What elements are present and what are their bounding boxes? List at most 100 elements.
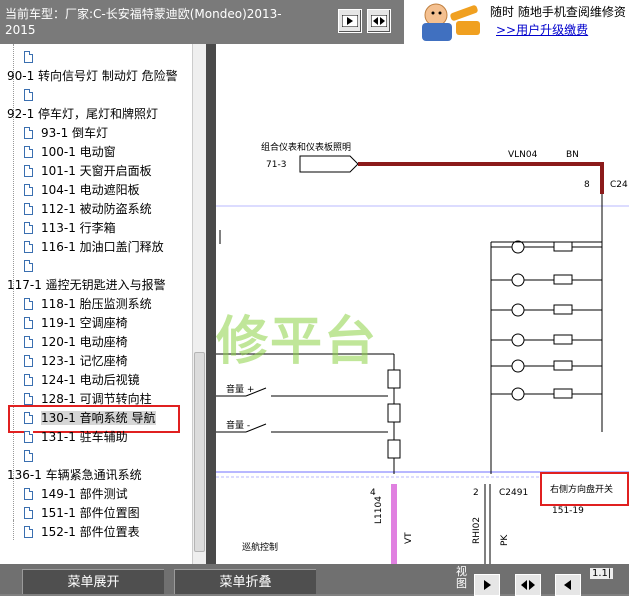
tree-item[interactable]: 152-1 部件位置表 xyxy=(24,523,140,542)
mechanic-mascot-icon xyxy=(406,1,486,43)
tree-folder[interactable]: 92-1 停车灯，尾灯和牌照灯 xyxy=(7,105,158,124)
fit-arrows-icon xyxy=(371,15,387,27)
tree-guide-line xyxy=(13,520,14,540)
pin-number-top: 8 xyxy=(584,180,590,190)
wire-color: BN xyxy=(566,150,579,160)
watermark: 修平台 xyxy=(216,312,379,372)
tree-label: 112-1 被动防盗系统 xyxy=(41,202,152,216)
footer-label: 巡航控制 xyxy=(242,543,279,553)
tree-item[interactable]: 131-1 驻车辅助 xyxy=(24,428,128,447)
sidebar-tree[interactable]: 90-1 转向信号灯 制动灯 危险警 92-1 停车灯，尾灯和牌照灯 93-1 … xyxy=(0,44,206,564)
tree-item[interactable] xyxy=(24,86,41,105)
callout-ref: 151-19 xyxy=(552,506,584,516)
tree-item[interactable]: 149-1 部件测试 xyxy=(24,485,128,504)
wire-right-color: PK xyxy=(500,534,510,546)
document-icon xyxy=(24,526,33,538)
play-left-icon xyxy=(564,580,571,590)
tree-label: 100-1 电动窗 xyxy=(41,145,116,159)
document-icon xyxy=(24,222,33,234)
view-next-button[interactable] xyxy=(474,574,500,596)
document-icon xyxy=(24,51,33,63)
document-icon xyxy=(24,393,33,405)
tree-label: 123-1 记忆座椅 xyxy=(41,354,128,368)
document-icon xyxy=(24,184,33,196)
view-prev-button[interactable] xyxy=(555,574,581,596)
next-page-button[interactable] xyxy=(338,9,362,33)
tree-item[interactable]: 120-1 电动座椅 xyxy=(24,333,128,352)
tree-label: 119-1 空调座椅 xyxy=(41,316,128,330)
tree-item[interactable] xyxy=(24,257,41,276)
wire-right-name: RHI02 xyxy=(472,516,482,544)
connector-label-top: C24 xyxy=(610,180,628,190)
tree-item[interactable]: 119-1 空调座椅 xyxy=(24,314,128,333)
volume-down-label: 音量 - xyxy=(226,421,251,431)
upgrade-link[interactable]: >>用户升级缴费 xyxy=(496,21,588,38)
document-icon xyxy=(24,317,33,329)
document-icon xyxy=(24,336,33,348)
tree-label: 124-1 电动后视镜 xyxy=(41,373,140,387)
document-icon xyxy=(24,260,33,272)
top-bar: 当前车型：厂家:C-长安福特蒙迪欧(Mondeo)2013-2015 随时 随地… xyxy=(0,0,629,44)
tree-item[interactable]: 116-1 加油口盖门释放 xyxy=(24,238,164,257)
connector-title: 组合仪表和仪表板照明 xyxy=(261,143,352,153)
wire-left-color: VT xyxy=(404,532,414,544)
play-right-icon xyxy=(342,15,358,27)
fit-arrows-icon xyxy=(521,580,535,590)
tree-label: 151-1 部件位置图 xyxy=(41,506,140,520)
tree-item[interactable]: 93-1 倒车灯 xyxy=(24,124,108,143)
current-vehicle-label: 当前车型：厂家:C-长安福特蒙迪欧(Mondeo)2013-2015 xyxy=(5,7,282,37)
scrollbar-thumb[interactable] xyxy=(194,352,205,552)
tree-item[interactable]: 123-1 记忆座椅 xyxy=(24,352,128,371)
connector-id: 71-3 xyxy=(266,160,287,170)
document-icon xyxy=(24,203,33,215)
tree-item[interactable]: 124-1 电动后视镜 xyxy=(24,371,140,390)
tree-item[interactable] xyxy=(24,48,41,67)
connector-label-bottom: C2491 xyxy=(499,488,529,498)
document-icon xyxy=(24,488,33,500)
wire-name: VLN04 xyxy=(508,150,538,160)
document-icon xyxy=(24,165,33,177)
tree-label: 101-1 天窗开启面板 xyxy=(41,164,152,178)
tree-label: 131-1 驻车辅助 xyxy=(41,430,128,444)
tree-label: 136-1 车辆紧急通讯系统 xyxy=(7,468,142,482)
tree-item[interactable]: 100-1 电动窗 xyxy=(24,143,116,162)
tree-label: 116-1 加油口盖门释放 xyxy=(41,240,164,254)
tree-folder[interactable]: 117-1 遥控无钥匙进入与报警 xyxy=(7,276,166,295)
tree-label: 128-1 可调节转向柱 xyxy=(41,392,152,406)
tree-item[interactable] xyxy=(24,447,41,466)
expand-menu-button[interactable]: 菜单展开 xyxy=(22,569,164,594)
document-icon xyxy=(24,127,33,139)
wiring-diagram[interactable]: 组合仪表和仪表板照明 71-3 VLN04 BN 8 C24 音量 + 音量 -… xyxy=(216,44,629,564)
tree-item[interactable]: 101-1 天窗开启面板 xyxy=(24,162,152,181)
tree-item[interactable]: 112-1 被动防盗系统 xyxy=(24,200,152,219)
document-icon xyxy=(24,507,33,519)
tree-label: 113-1 行李箱 xyxy=(41,221,116,235)
tree-folder[interactable]: 90-1 转向信号灯 制动灯 危险警 xyxy=(7,67,178,86)
sidebar-scrollbar[interactable] xyxy=(192,44,206,564)
tree-label: 118-1 胎压监测系统 xyxy=(41,297,152,311)
document-icon xyxy=(24,450,33,462)
tree-item[interactable]: 104-1 电动遮阳板 xyxy=(24,181,140,200)
pane-splitter[interactable] xyxy=(206,44,216,564)
tree-item[interactable]: 113-1 行李箱 xyxy=(24,219,116,238)
bottom-bar: 菜单展开 菜单折叠 视图 1.1| xyxy=(0,564,629,596)
tree-folder[interactable]: 136-1 车辆紧急通讯系统 xyxy=(7,466,142,485)
document-icon xyxy=(24,355,33,367)
led-array xyxy=(491,240,602,401)
document-icon xyxy=(24,431,33,443)
tree-label: 120-1 电动座椅 xyxy=(41,335,128,349)
tree-label: 152-1 部件位置表 xyxy=(41,525,140,539)
ad-banner[interactable]: 随时 随地手机查阅维修资 >>用户升级缴费 xyxy=(404,0,629,44)
document-icon xyxy=(24,298,33,310)
tree-item[interactable]: 118-1 胎压监测系统 xyxy=(24,295,152,314)
tree-label: 149-1 部件测试 xyxy=(41,487,128,501)
tree-label: 93-1 倒车灯 xyxy=(41,126,109,140)
wire-left-name: L1104 xyxy=(374,496,384,524)
tree-item[interactable]: 151-1 部件位置图 xyxy=(24,504,140,523)
view-label: 视图 xyxy=(456,565,467,590)
fit-view-button[interactable] xyxy=(367,9,391,33)
collapse-menu-button[interactable]: 菜单折叠 xyxy=(174,569,316,594)
view-fit-button[interactable] xyxy=(515,574,541,596)
ad-headline: 随时 随地手机查阅维修资 xyxy=(490,5,626,19)
highlight-callout: 右侧方向盘开关 xyxy=(540,472,629,506)
